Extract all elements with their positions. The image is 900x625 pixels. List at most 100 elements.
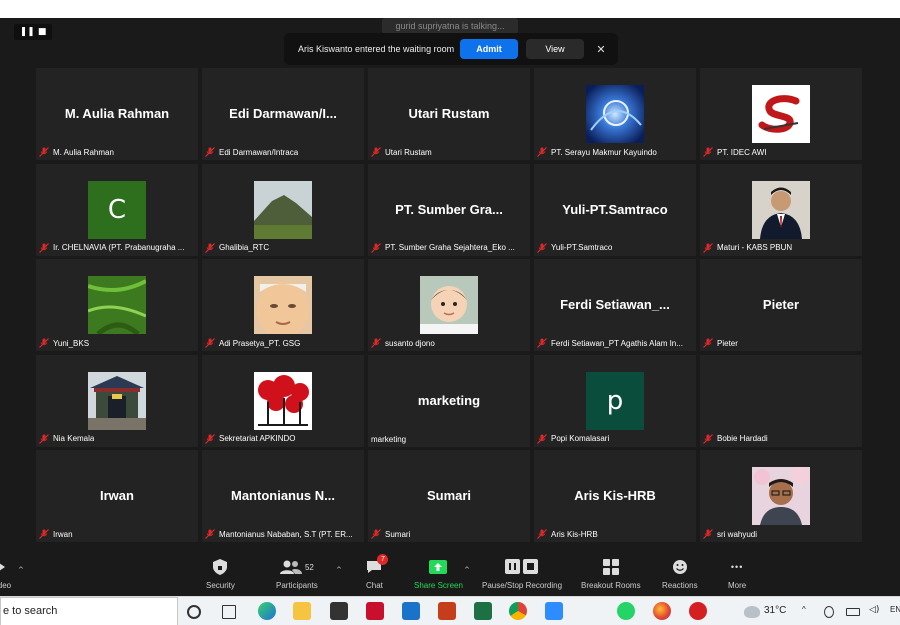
participant-name-text: Sumari — [385, 529, 411, 539]
participant-display-name: Edi Darmawan/I... — [229, 106, 337, 121]
participant-tile[interactable]: Nia Kemala — [36, 354, 198, 447]
store-icon[interactable] — [330, 602, 348, 620]
participant-tile[interactable]: Pieter Pieter — [700, 259, 862, 351]
breakout-rooms-button[interactable]: Breakout Rooms — [581, 557, 641, 590]
participant-name-text: Ferdi Setiawan_PT Agathis Alam In... — [551, 338, 683, 348]
reactions-label: Reactions — [662, 581, 698, 590]
participant-tile[interactable]: sri wahyudi — [700, 450, 862, 542]
participant-tile[interactable]: PT. Serayu Makmur Kayuindo — [534, 68, 696, 160]
view-controls[interactable]: ❚❚ ■ — [14, 24, 52, 40]
participant-name-label: M. Aulia Rahman — [39, 147, 114, 157]
participant-display-name: Pieter — [762, 297, 800, 312]
participant-tile[interactable]: Yuni_BKS — [36, 259, 198, 351]
chat-label: Chat — [366, 581, 383, 590]
participant-name-label: Adi Prasetya_PT. GSG — [205, 338, 300, 348]
participant-tile[interactable]: M. Aulia Rahman M. Aulia Rahman — [36, 68, 198, 160]
participant-name-text: PT. Sumber Graha Sejahtera_Eko ... — [385, 243, 515, 252]
participant-letter-avatar: C — [88, 180, 146, 239]
participant-name-label: Sekretariat APKINDO — [205, 433, 296, 444]
top-white-strip — [0, 0, 900, 18]
whatsapp-icon[interactable] — [617, 602, 635, 620]
video-options-chevron-icon[interactable]: ^ — [18, 566, 24, 574]
participant-tile[interactable]: Sekretariat APKINDO — [202, 354, 364, 447]
participant-tile[interactable]: susanto djono — [368, 259, 530, 351]
participant-tile[interactable]: Maturi - KABS PBUN — [700, 163, 862, 256]
participant-name-text: susanto djono — [385, 338, 435, 348]
firefox-icon[interactable] — [653, 602, 671, 620]
security-button[interactable]: Security — [206, 557, 235, 590]
chrome-icon[interactable] — [509, 602, 527, 620]
more-button[interactable]: ••• More — [728, 557, 746, 590]
more-dots-icon: ••• — [730, 562, 744, 572]
participant-tile[interactable]: Mantonianus N... Mantonianus Nababan, S.T… — [202, 450, 364, 542]
participant-name-label: Ghalibia_RTC — [205, 242, 269, 253]
reactions-button[interactable]: Reactions — [662, 557, 698, 590]
edge-icon[interactable] — [258, 602, 276, 620]
battery-icon[interactable] — [846, 608, 860, 616]
participants-options-chevron-icon[interactable]: ^ — [336, 566, 342, 574]
participant-tile[interactable]: marketing marketing — [368, 354, 530, 447]
chat-button[interactable]: 7 Chat — [366, 554, 389, 590]
close-icon[interactable]: ✕ — [594, 43, 608, 56]
participant-tile[interactable]: Yuli-PT.Samtraco Yuli-PT.Samtraco — [534, 163, 696, 256]
muted-mic-icon — [703, 147, 714, 157]
participant-tile[interactable]: Ghalibia_RTC — [202, 163, 364, 256]
task-view-icon[interactable] — [222, 605, 236, 619]
participant-tile[interactable]: C Ir. CHELNAVIA (PT. Prabanugraha ... — [36, 163, 198, 256]
security-label: Security — [206, 581, 235, 590]
participant-tile[interactable]: Adi Prasetya_PT. GSG — [202, 259, 364, 351]
participant-name-text: M. Aulia Rahman — [53, 147, 114, 157]
participant-tile[interactable]: Bobie Hardadi — [700, 354, 862, 447]
language-indicator[interactable]: EN — [890, 605, 900, 614]
participant-tile[interactable]: Edi Darmawan/I... Edi Darmawan/Intraca — [202, 68, 364, 160]
admit-button[interactable]: Admit — [460, 39, 518, 59]
participant-name-text: Sekretariat APKINDO — [219, 434, 296, 443]
participant-tile[interactable]: Utari Rustam Utari Rustam — [368, 68, 530, 160]
meeting-toolbar: ideo ^ Security 52 Participants ^ 7 Chat… — [0, 552, 900, 596]
participant-display-name: marketing — [417, 392, 481, 408]
tray-chevron-icon[interactable]: ^ — [802, 605, 806, 614]
breakout-rooms-label: Breakout Rooms — [581, 581, 641, 590]
participant-name-text: Utari Rustam — [385, 147, 432, 157]
participant-tile[interactable]: Aris Kis-HRB Aris Kis-HRB — [534, 450, 696, 542]
participant-tile[interactable]: PT. IDEC AWI — [700, 68, 862, 160]
view-button[interactable]: View — [526, 39, 584, 59]
app-red-icon[interactable] — [689, 602, 707, 620]
participant-display-name: Utari Rustam — [408, 106, 490, 121]
excel-icon[interactable] — [474, 602, 492, 620]
muted-mic-icon — [371, 242, 382, 253]
pause-stop-recording-button[interactable]: Pause/Stop Recording — [482, 557, 562, 590]
recording-label: Pause/Stop Recording — [482, 581, 563, 590]
participant-tile[interactable]: PT. Sumber Gra... PT. Sumber Graha Sejaht… — [368, 163, 530, 256]
participant-grid: M. Aulia Rahman M. Aulia Rahman Edi Darmaw… — [36, 68, 865, 542]
mcafee-icon[interactable] — [366, 602, 384, 620]
zoom-icon[interactable] — [545, 602, 563, 620]
speaker-icon[interactable]: ◁) — [869, 605, 879, 615]
participant-tile[interactable]: Sumari Sumari — [368, 450, 530, 542]
muted-mic-icon — [371, 338, 382, 348]
participant-name-label: Mantonianus Nababan, S.T (PT. ER... — [205, 529, 353, 539]
taskbar-search-box[interactable]: e to search — [0, 597, 178, 625]
participant-name-label: susanto djono — [371, 338, 435, 348]
participant-tile[interactable]: Ferdi Setiawan_... Ferdi Setiawan_PT Agat… — [534, 259, 696, 351]
participant-name-label: Yuni_BKS — [39, 338, 89, 348]
stop-view-icon[interactable]: ■ — [38, 27, 47, 37]
muted-mic-icon — [537, 242, 548, 253]
participants-button[interactable]: 52 Participants — [276, 557, 318, 590]
mail-icon[interactable] — [402, 602, 420, 620]
cortana-circle-icon[interactable] — [187, 605, 201, 619]
file-explorer-icon[interactable] — [293, 602, 311, 620]
muted-mic-icon — [703, 529, 714, 539]
network-icon[interactable] — [824, 606, 834, 618]
waiting-room-notification: Aris Kiswanto entered the waiting room A… — [284, 33, 618, 65]
pause-view-icon[interactable]: ❚❚ — [20, 27, 35, 37]
powerpoint-icon[interactable] — [438, 602, 456, 620]
participant-tile[interactable]: p Popi Komalasari — [534, 354, 696, 447]
participant-tile[interactable]: Irwan Irwan — [36, 450, 198, 542]
share-screen-button[interactable]: Share Screen — [414, 557, 463, 590]
participant-name-text: Maturi - KABS PBUN — [717, 243, 793, 252]
participant-name-text: marketing — [371, 434, 407, 444]
muted-mic-icon — [537, 433, 548, 444]
video-button[interactable]: ideo — [0, 557, 11, 590]
share-options-chevron-icon[interactable]: ^ — [464, 566, 470, 574]
